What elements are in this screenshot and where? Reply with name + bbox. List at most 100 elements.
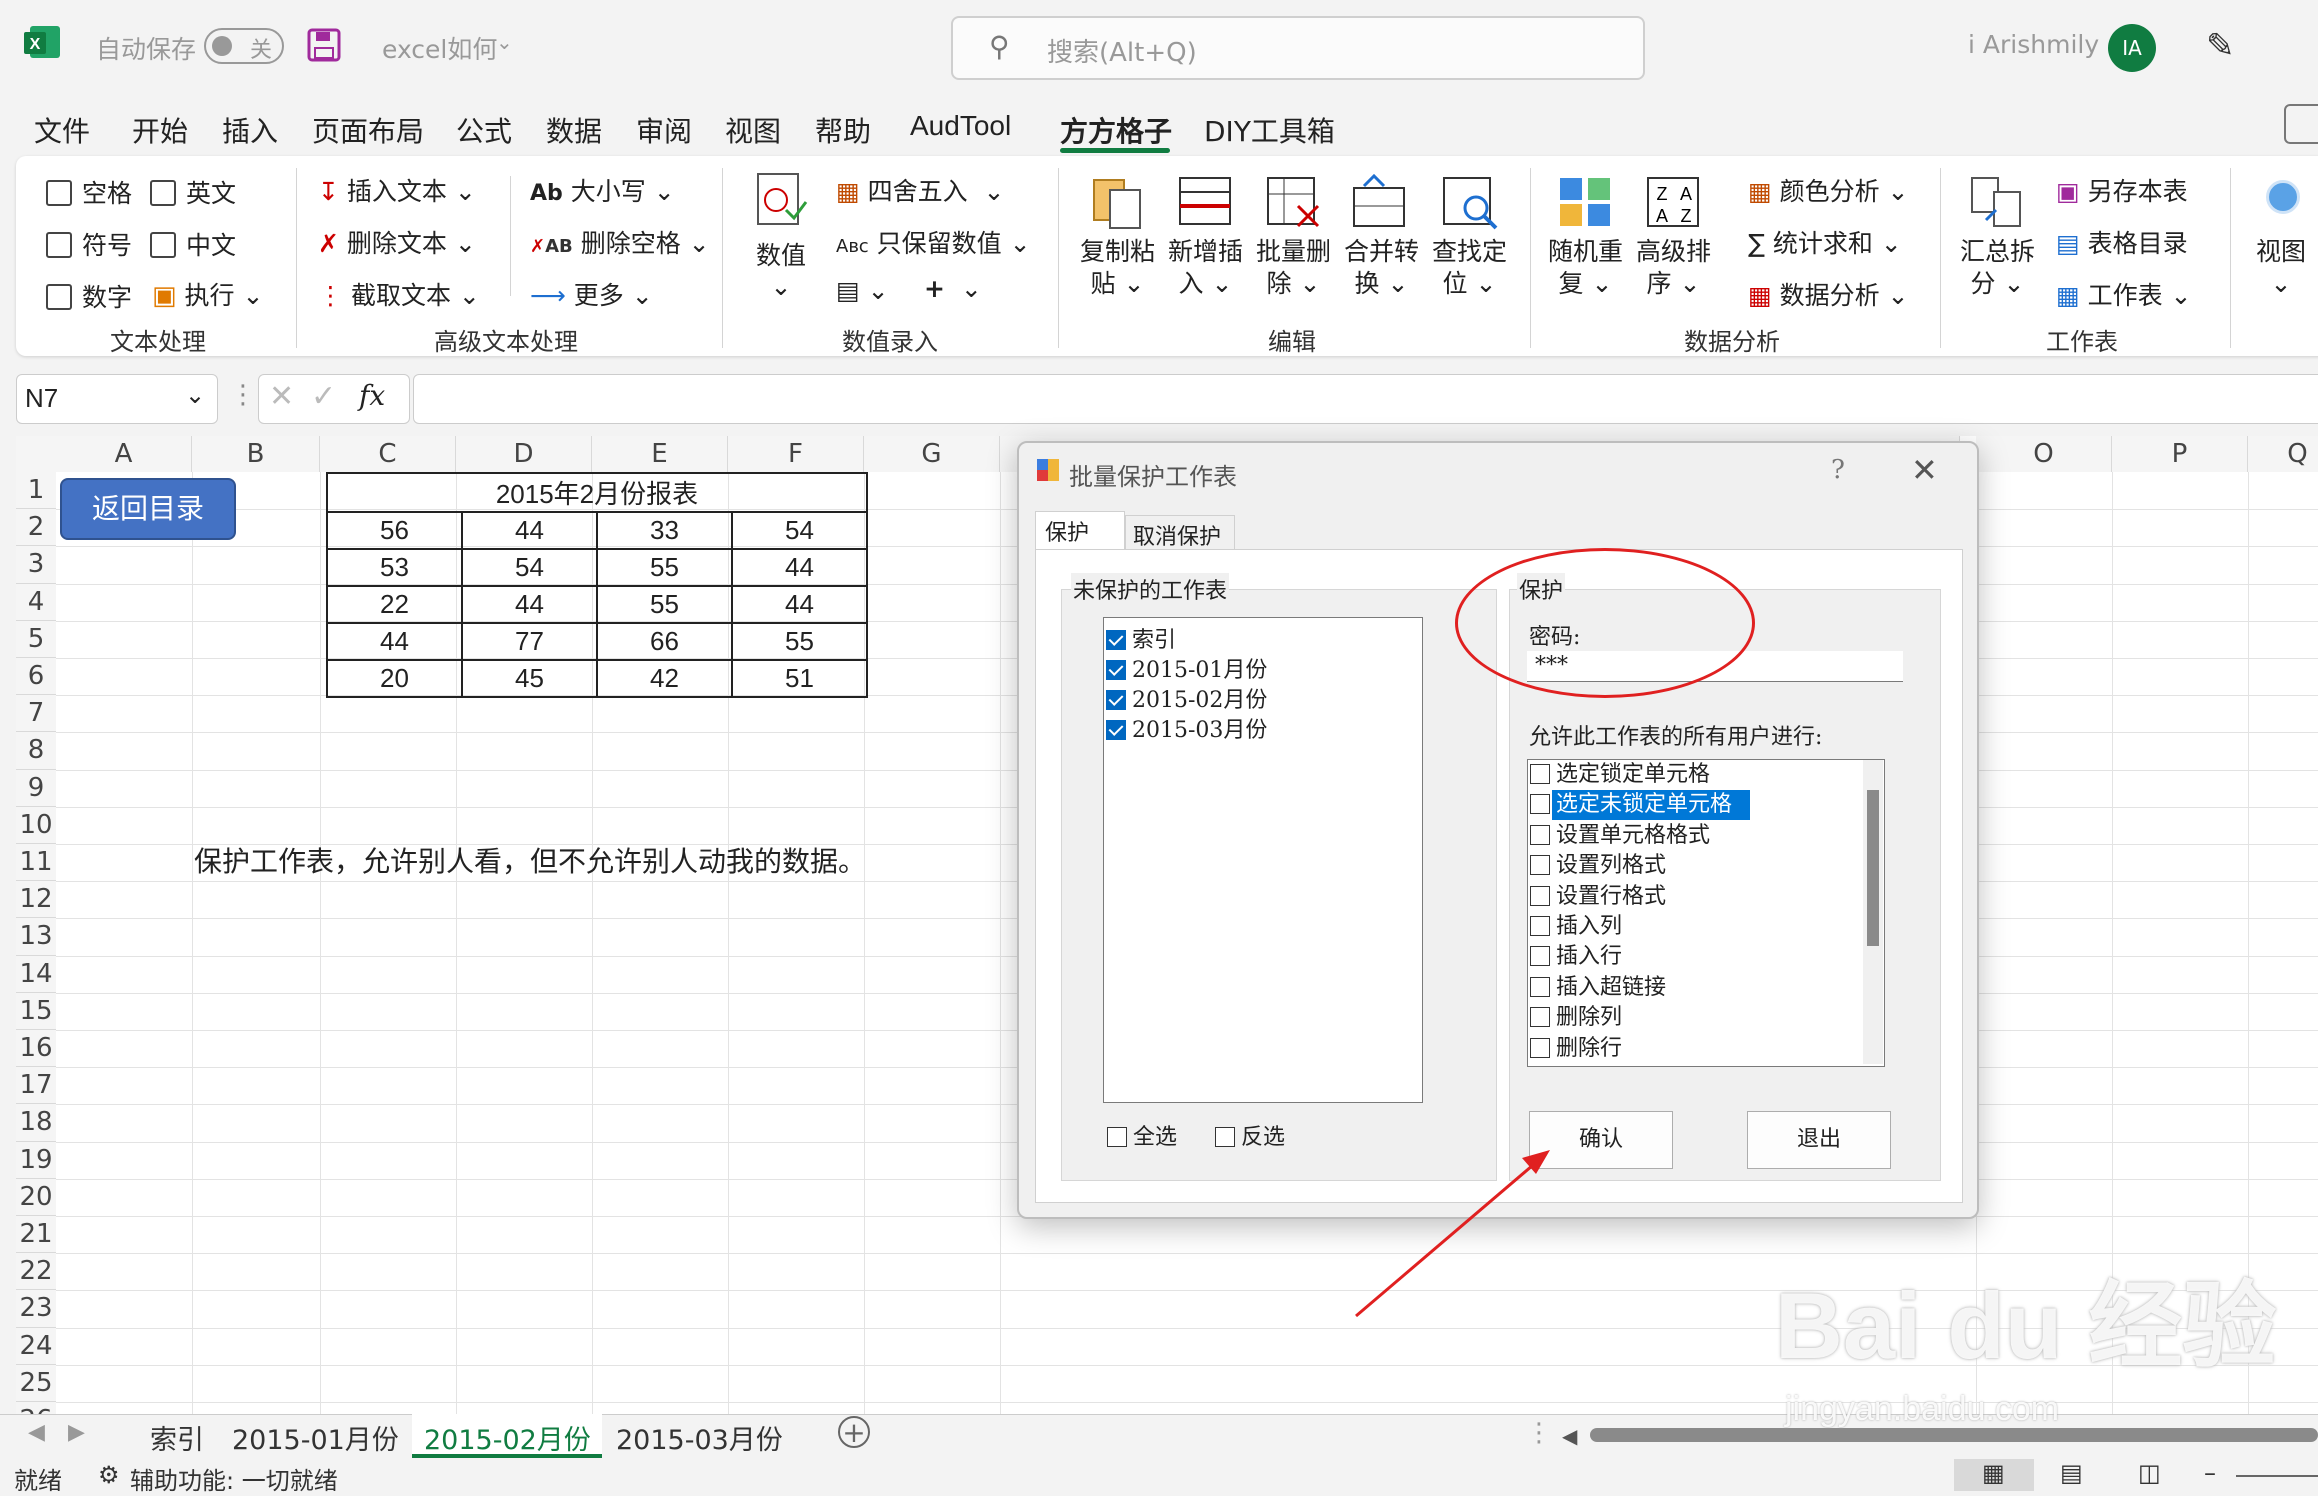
sheet-note[interactable]: 保护工作表，允许别人看，但不允许别人动我的数据。 [194, 840, 866, 880]
checkbox[interactable] [1530, 946, 1550, 967]
avatar[interactable]: IA [2108, 24, 2156, 72]
view-icon[interactable] [2266, 180, 2300, 214]
back-to-catalog-button[interactable]: 返回目录 [60, 478, 236, 540]
row-header[interactable]: 25 [16, 1364, 56, 1402]
checkbox[interactable] [1530, 916, 1550, 936]
sum-stats-button[interactable]: ∑ 统计求和 ⌄ [1748, 224, 1902, 260]
comment-icon[interactable] [2284, 104, 2318, 144]
permission-item[interactable]: 设置行格式 [1528, 882, 1670, 912]
checkbox-number[interactable]: 数字 [46, 278, 132, 314]
list-item[interactable]: 2015-03月份 [1106, 712, 1267, 744]
column-header[interactable]: D [456, 436, 592, 472]
keep-value-button[interactable]: Aʙᴄ 只保留数值 ⌄ [836, 224, 1031, 260]
table-cell[interactable]: 44 [461, 585, 598, 624]
extract-text-button[interactable]: ⋮ 截取文本 ⌄ [318, 276, 480, 312]
value-button[interactable]: 数值 ⌄ [756, 236, 806, 301]
scrollbar-thumb[interactable] [1867, 790, 1879, 946]
invert-selection-checkbox[interactable]: 反选 [1215, 1119, 1285, 1151]
checkbox-chinese[interactable]: 中文 [150, 226, 236, 262]
checkbox-checked-icon[interactable] [1106, 660, 1126, 680]
cancel-icon[interactable]: ✕ [269, 379, 294, 414]
tab-data[interactable]: 数据 [546, 110, 602, 150]
list-item[interactable]: 索引 [1106, 622, 1176, 654]
row-header[interactable]: 16 [16, 1030, 56, 1068]
column-header[interactable]: F [728, 436, 864, 472]
name-box[interactable]: N7 ⌄ [16, 374, 218, 424]
insert-new-button[interactable]: 新增插入 ⌄ [1168, 236, 1243, 300]
permissions-list[interactable]: 选定锁定单元格 选定未锁定单元格 设置单元格格式 设置列格式 设置行格式 插入列 插入行 插入… [1527, 759, 1885, 1067]
batch-delete-icon[interactable] [1264, 172, 1324, 236]
autosave-toggle[interactable]: 关 [204, 28, 284, 64]
insert-new-icon[interactable] [1176, 172, 1236, 236]
row-header[interactable]: 5 [16, 620, 56, 658]
close-icon[interactable]: ✕ [1911, 451, 1938, 489]
value-icon[interactable] [752, 170, 812, 234]
round-button[interactable]: ▦ 四舍五入 ⌄ [836, 172, 1004, 208]
checkbox[interactable] [1530, 824, 1550, 845]
tab-review[interactable]: 审阅 [636, 110, 692, 150]
checkbox[interactable] [1530, 885, 1550, 906]
permission-item[interactable]: 设置单元格格式 [1528, 821, 1714, 851]
list-item[interactable]: 2015-02月份 [1106, 682, 1267, 714]
table-cell[interactable]: 33 [596, 511, 733, 550]
checkbox[interactable] [1530, 976, 1550, 997]
row-header[interactable]: 8 [16, 732, 56, 770]
tab-help[interactable]: 帮助 [815, 110, 871, 150]
copy-paste-button[interactable]: 复制粘贴 ⌄ [1080, 236, 1155, 300]
merge-convert-button[interactable]: 合并转换 ⌄ [1344, 236, 1419, 300]
find-locate-icon[interactable] [1440, 172, 1500, 236]
zoom-slider[interactable] [2236, 1475, 2318, 1477]
column-header[interactable]: G [864, 436, 1000, 472]
permissions-scrollbar[interactable] [1863, 760, 1883, 1064]
table-cell[interactable]: 22 [326, 585, 463, 624]
row-header[interactable]: 9 [16, 769, 56, 807]
row-header[interactable]: 4 [16, 583, 56, 621]
sheet-tab-2015-02[interactable]: 2015-02月份 [424, 1418, 591, 1457]
exit-button[interactable]: 退出 [1747, 1111, 1891, 1169]
worksheet-button[interactable]: ▦ 工作表 ⌄ [2056, 276, 2192, 312]
table-catalog-button[interactable]: ▤ 表格目录 [2056, 224, 2188, 260]
color-analysis-button[interactable]: ▦ 颜色分析 ⌄ [1748, 172, 1909, 208]
permission-item[interactable]: 设置列格式 [1528, 851, 1670, 881]
column-header[interactable]: A [56, 436, 192, 472]
row-header[interactable]: 6 [16, 658, 56, 696]
permission-item[interactable]: 选定锁定单元格 [1528, 760, 1714, 790]
execute-button[interactable]: ▣ 执行 ⌄ [152, 276, 263, 312]
random-repeat-button[interactable]: 随机重复 ⌄ [1548, 236, 1623, 300]
find-locate-button[interactable]: 查找定位 ⌄ [1432, 236, 1507, 300]
delete-text-button[interactable]: ✗ 删除文本 ⌄ [318, 224, 476, 260]
checkbox-english[interactable]: 英文 [150, 174, 236, 210]
excel-logo-icon[interactable]: X [22, 22, 62, 62]
summary-split-button[interactable]: 汇总拆分 ⌄ [1960, 236, 2035, 300]
case-button[interactable]: Ab 大小写 ⌄ [530, 172, 675, 208]
tab-insert[interactable]: 插入 [222, 110, 278, 150]
table-cell[interactable]: 77 [461, 622, 598, 661]
scroll-left-icon[interactable]: ◀ [28, 1420, 45, 1445]
data-analysis-button[interactable]: ▦ 数据分析 ⌄ [1748, 276, 1909, 312]
table-cell[interactable]: 44 [461, 511, 598, 550]
table-cell[interactable]: 66 [596, 622, 733, 661]
filename[interactable]: excel如何 [382, 30, 497, 66]
view-button[interactable]: 视图 ⌄ [2256, 236, 2306, 300]
help-button[interactable]: ? [1831, 455, 1845, 485]
table-cell[interactable]: 44 [731, 548, 868, 587]
column-header[interactable]: Q [2248, 436, 2318, 472]
summary-split-icon[interactable] [1966, 172, 2026, 236]
table-cell[interactable]: 20 [326, 659, 463, 698]
save-icon[interactable] [307, 28, 341, 62]
page-layout-view-icon[interactable]: ▤ [2060, 1459, 2083, 1487]
tab-formulas[interactable]: 公式 [456, 110, 512, 150]
column-header[interactable]: C [320, 436, 456, 472]
row-header[interactable]: 17 [16, 1067, 56, 1105]
tab-view[interactable]: 视图 [725, 110, 781, 150]
row-header[interactable]: 22 [16, 1253, 56, 1291]
formula-input[interactable] [413, 374, 2318, 424]
more-options-icon[interactable]: ⋮ [1526, 1418, 1552, 1448]
checkbox-symbol[interactable]: 符号 [46, 226, 132, 262]
table-cell[interactable]: 54 [461, 548, 598, 587]
checkbox[interactable] [1530, 764, 1550, 784]
row-header[interactable]: 20 [16, 1178, 56, 1216]
batch-delete-button[interactable]: 批量删除 ⌄ [1256, 236, 1331, 300]
row-header[interactable]: 21 [16, 1216, 56, 1254]
table-cell[interactable]: 53 [326, 548, 463, 587]
